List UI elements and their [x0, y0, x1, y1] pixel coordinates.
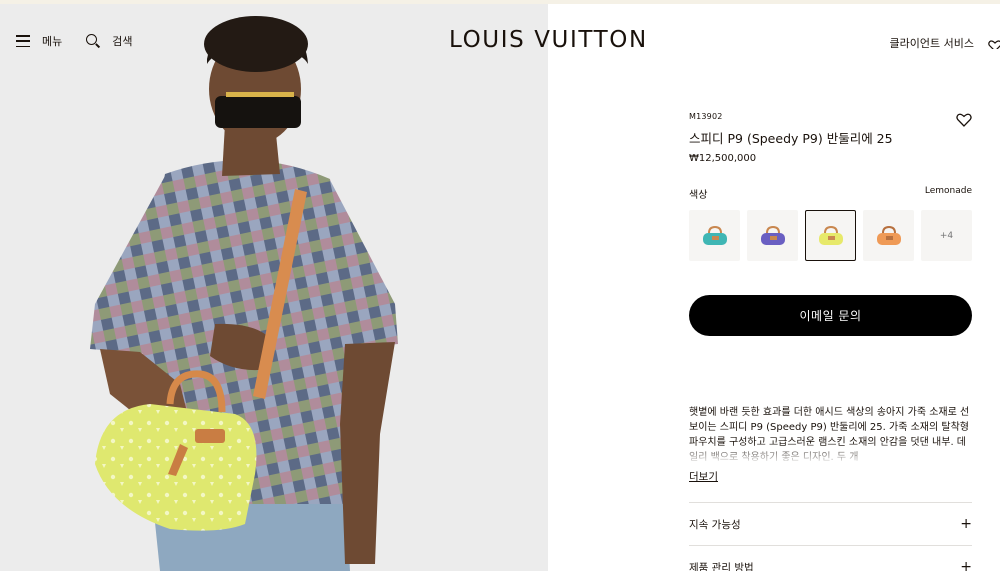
bag-thumbnail-lemonade — [818, 225, 843, 245]
wishlist-heart-icon[interactable] — [988, 37, 1000, 49]
add-to-wishlist-button[interactable] — [956, 112, 972, 128]
product-price: ₩12,500,000 — [689, 153, 757, 164]
header-right: 클라이언트 서비스 — [890, 35, 1000, 51]
bag-thumbnail-orange — [876, 225, 901, 245]
client-service-link[interactable]: 클라이언트 서비스 — [890, 35, 974, 51]
plus-icon: + — [960, 516, 972, 532]
color-row: 색상 Lemonade — [689, 186, 972, 201]
search-button[interactable]: 검색 — [86, 33, 133, 49]
plus-icon: + — [960, 559, 972, 571]
accordion-label: 지속 가능성 — [689, 518, 741, 531]
product-name: 스피디 P9 (Speedy P9) 반둘리에 25 — [689, 131, 893, 146]
description-fade — [689, 443, 972, 465]
search-label: 검색 — [112, 35, 133, 48]
accordion-product-care[interactable]: 제품 관리 방법 + — [689, 545, 972, 571]
brand-logo[interactable]: LOUIS VUITTON — [449, 27, 648, 53]
swatch-violet[interactable] — [747, 210, 798, 261]
color-swatches: +4 — [689, 210, 972, 261]
swatch-lemonade-selected[interactable] — [805, 210, 856, 261]
heart-icon — [956, 113, 972, 127]
swatch-teal[interactable] — [689, 210, 740, 261]
hamburger-icon — [16, 35, 30, 47]
email-inquiry-button[interactable]: 이메일 문의 — [689, 295, 972, 336]
bag-thumbnail-teal — [702, 225, 727, 245]
swatch-orange[interactable] — [863, 210, 914, 261]
product-hero-image[interactable] — [0, 4, 548, 571]
header-left: 메뉴 검색 — [16, 33, 133, 49]
menu-button[interactable]: 메뉴 — [16, 33, 62, 49]
model-with-bag-illustration — [0, 4, 548, 571]
search-icon — [86, 34, 100, 48]
color-value: Lemonade — [924, 186, 972, 196]
menu-label: 메뉴 — [42, 35, 63, 48]
bag-thumbnail-violet — [760, 225, 785, 245]
color-label: 색상 — [689, 190, 708, 201]
product-description: 햇볕에 바랜 듯한 효과를 더한 애시드 색상의 송아지 가죽 소재로 선보이는… — [689, 405, 972, 465]
accordion-label: 제품 관리 방법 — [689, 561, 754, 571]
more-swatches-count: +4 — [939, 230, 954, 241]
product-info-panel: M13902 스피디 P9 (Speedy P9) 반둘리에 25 ₩12,50… — [689, 112, 972, 571]
read-more-link[interactable]: 더보기 — [689, 469, 718, 484]
accordion: 지속 가능성 + 제품 관리 방법 + — [689, 502, 972, 571]
accordion-sustainability[interactable]: 지속 가능성 + — [689, 502, 972, 545]
product-sku: M13902 — [689, 112, 723, 121]
more-swatches-button[interactable]: +4 — [921, 210, 972, 261]
